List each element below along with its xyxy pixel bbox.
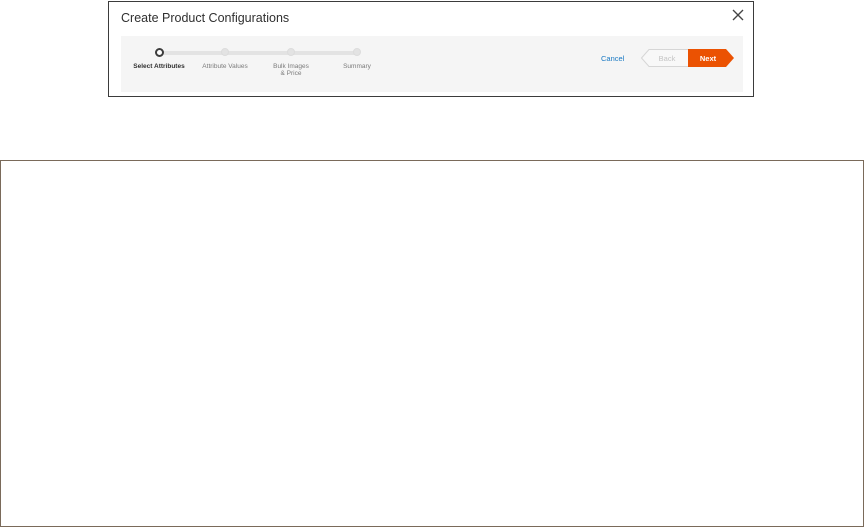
step-label-bulk-images-price[interactable]: Bulk Images & Price	[256, 63, 326, 77]
cancel-button[interactable]: Cancel	[601, 54, 624, 63]
step-dot-bulk-images-price[interactable]	[287, 48, 295, 56]
next-button-label: Next	[699, 53, 717, 63]
progress-track	[225, 51, 291, 55]
step-label-summary[interactable]: Summary	[322, 63, 392, 70]
step-dot-summary[interactable]	[353, 48, 361, 56]
back-button-label: Back	[658, 53, 676, 63]
step-label-attribute-values[interactable]: Attribute Values	[190, 63, 260, 70]
progress-track	[291, 51, 357, 55]
dialog-title: Create Product Configurations	[121, 11, 290, 25]
wizard-toolbar: Select Attributes Attribute Values Bulk …	[121, 36, 743, 92]
next-button[interactable]: Next	[688, 49, 734, 67]
progress-track	[159, 51, 225, 55]
close-icon[interactable]	[731, 8, 745, 22]
create-product-configurations-dialog: Create Product Configurations Select Att…	[108, 1, 754, 97]
back-button[interactable]: Back	[640, 49, 689, 67]
step-label-select-attributes[interactable]: Select Attributes	[124, 63, 194, 70]
step-dot-attribute-values[interactable]	[221, 48, 229, 56]
step-dot-select-attributes[interactable]	[155, 48, 164, 57]
content-panel	[0, 160, 864, 527]
